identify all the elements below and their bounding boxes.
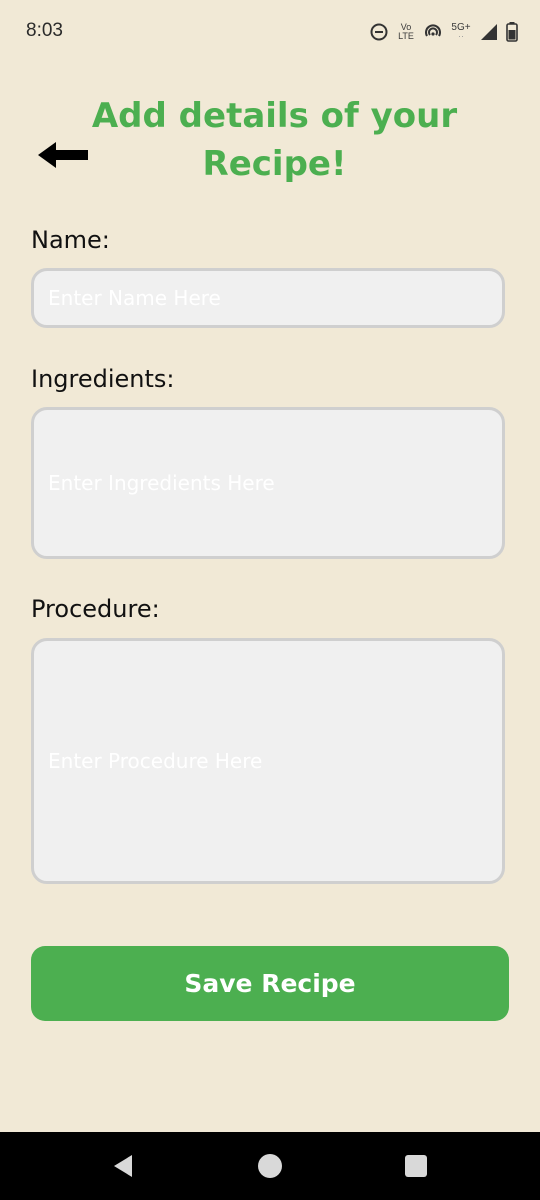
network-type: 5G+ ·· — [451, 22, 471, 41]
battery-icon — [506, 22, 518, 42]
signal-icon — [481, 24, 497, 40]
procedure-input[interactable] — [31, 638, 505, 884]
ingredients-input[interactable] — [31, 407, 505, 559]
volte-bottom-text: LTE — [398, 31, 414, 41]
name-input[interactable] — [31, 268, 505, 328]
volte-icon: Vo LTE — [396, 23, 416, 41]
status-icons: Vo LTE 5G+ ·· — [370, 18, 518, 46]
hotspot-icon — [425, 24, 441, 37]
recents-nav-icon[interactable] — [402, 1152, 430, 1180]
ingredients-label: Ingredients: — [31, 365, 175, 393]
status-bar: 8:03 Vo LTE 5G+ ·· — [0, 0, 540, 64]
back-nav-icon[interactable] — [110, 1152, 138, 1180]
procedure-label: Procedure: — [31, 595, 160, 623]
name-label: Name: — [31, 226, 110, 254]
page-title: Add details of your Recipe! — [91, 96, 458, 184]
status-time: 8:03 — [26, 20, 63, 41]
do-not-disturb-icon — [370, 23, 388, 41]
navigation-bar — [0, 1132, 540, 1200]
home-nav-icon[interactable] — [256, 1152, 284, 1180]
save-recipe-button[interactable]: Save Recipe — [31, 946, 509, 1021]
